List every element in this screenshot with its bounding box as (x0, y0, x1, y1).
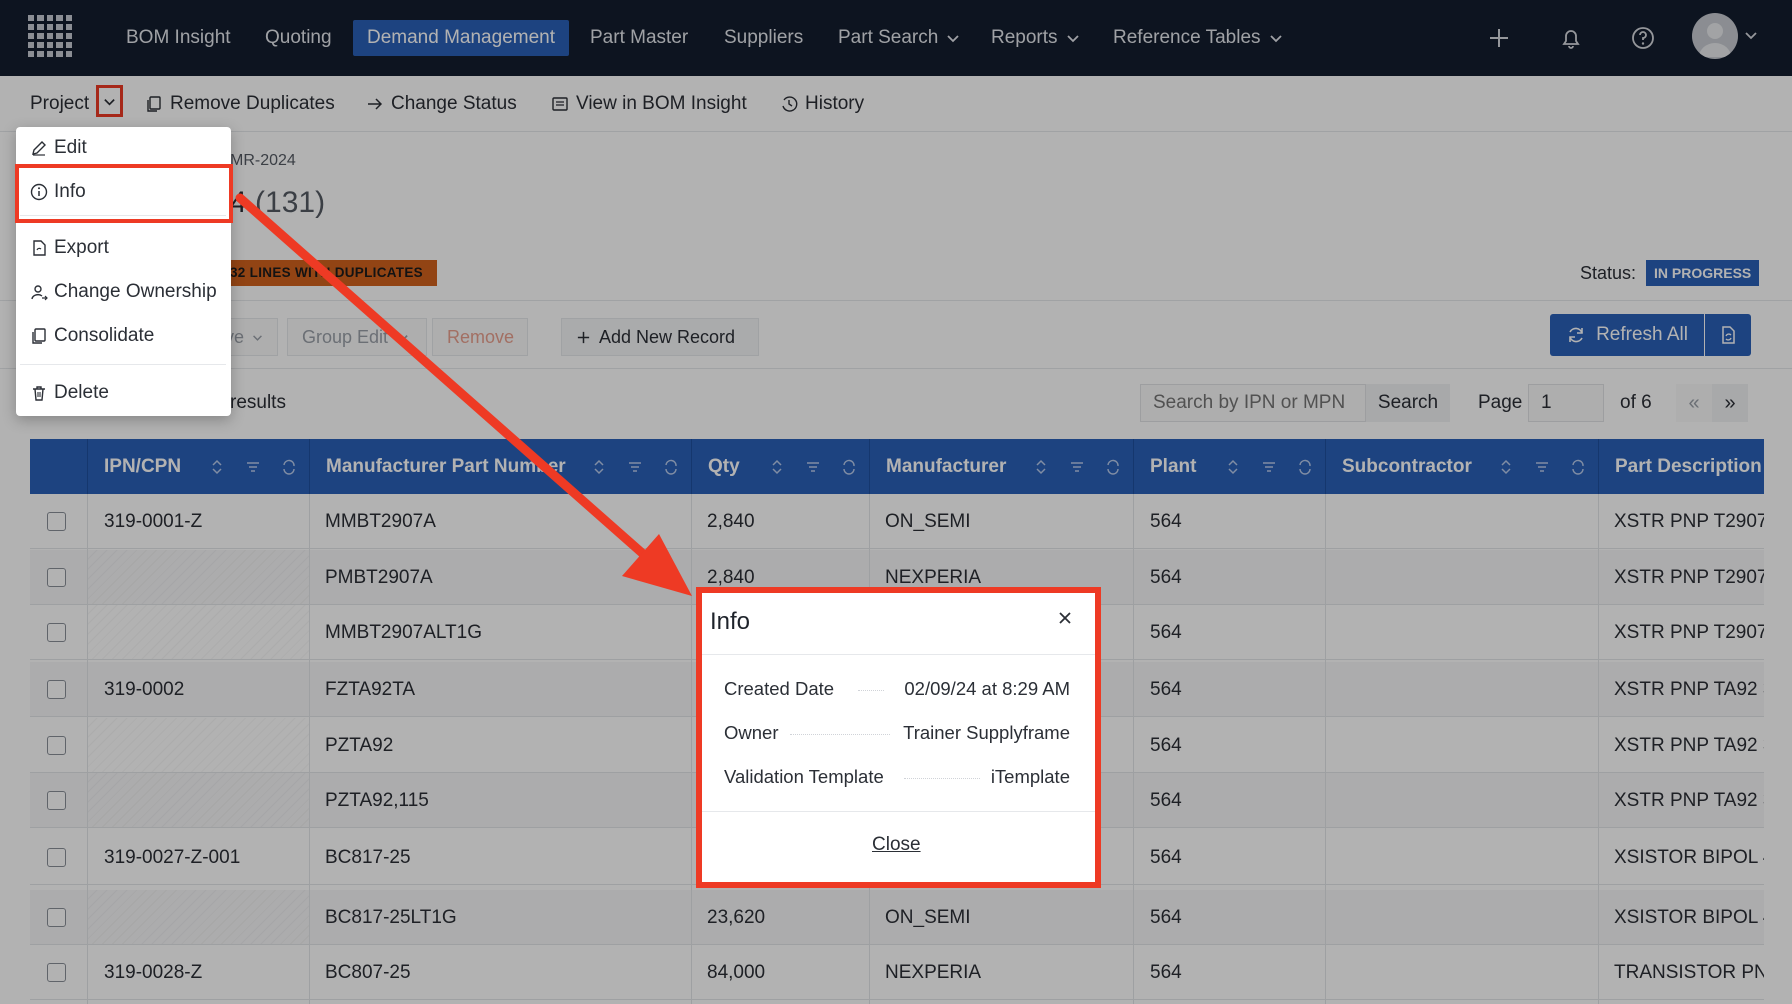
leader-dots (790, 734, 890, 735)
validation-template-value: iTemplate (990, 766, 1070, 787)
modal-title: Info (710, 608, 751, 635)
menu-item-export[interactable]: Export (30, 231, 109, 265)
pencil-icon (32, 141, 46, 156)
copy-icon (32, 328, 46, 344)
owner-label: Owner (724, 722, 779, 743)
export-icon (33, 240, 46, 256)
created-date-label: Created Date (724, 678, 835, 699)
menu-divider (20, 364, 226, 365)
close-icon[interactable] (1054, 607, 1076, 629)
modal-divider (702, 811, 1095, 812)
menu-item-edit[interactable]: Edit (30, 131, 87, 165)
user-switch-icon (31, 285, 48, 301)
trash-icon (33, 386, 45, 401)
owner-value: Trainer Supplyframe (903, 722, 1070, 743)
created-date-value: 02/09/24 at 8:29 AM (904, 678, 1070, 699)
menu-item-consolidate[interactable]: Consolidate (30, 319, 154, 353)
menu-item-delete[interactable]: Delete (30, 376, 109, 410)
validation-template-label: Validation Template (724, 766, 884, 787)
modal-divider (702, 654, 1095, 655)
menu-item-change-ownership[interactable]: Change Ownership (30, 275, 217, 309)
close-button[interactable]: Close (872, 834, 921, 856)
info-highlight-box (15, 164, 233, 223)
